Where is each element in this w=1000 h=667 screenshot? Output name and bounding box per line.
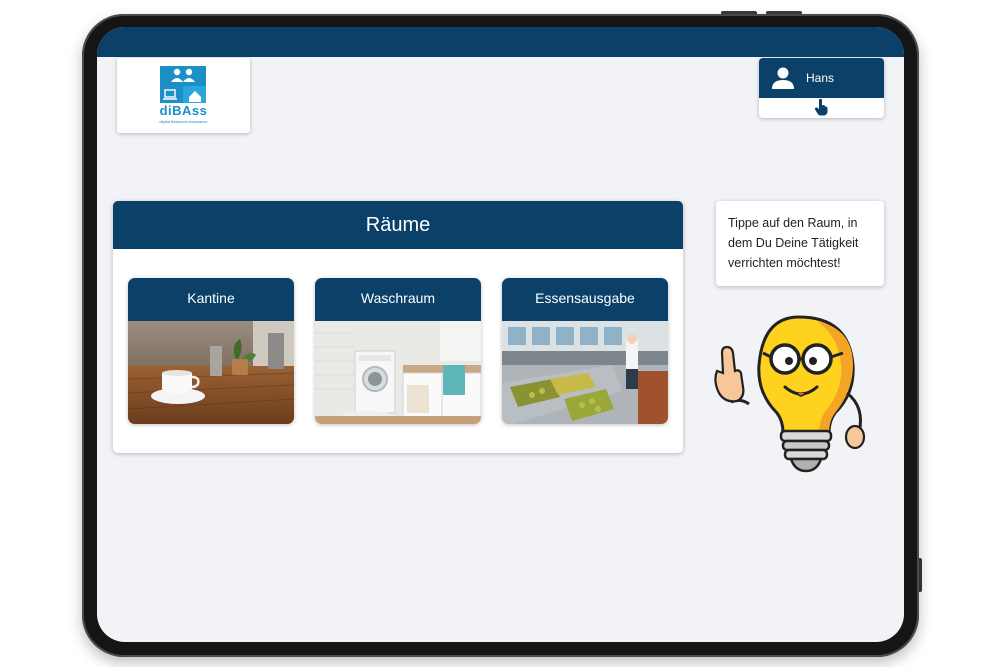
user-name: Hans [806,71,835,85]
app-screen: diBAss digital Assistant-Assistance Hans [97,27,904,642]
logo-tagline: digital Assistant-Assistance [159,119,208,124]
room-card-header[interactable]: Essensausgabe [502,278,668,321]
room-label: Essensausgabe [535,290,635,306]
room-card-kantine[interactable]: Kantine [128,278,294,424]
tap-hand-icon [815,98,828,116]
top-bar [97,27,904,57]
user-icon [772,67,794,89]
room-card-header[interactable]: Waschraum [315,278,481,321]
hint-text: Tippe auf den Raum, in dem Du Deine Täti… [728,216,859,270]
logo-wordmark: diBAss [159,103,208,118]
essensausgabe-image [502,321,668,424]
room-card-waschraum[interactable]: Waschraum [315,278,481,424]
room-card-header[interactable]: Kantine [128,278,294,321]
device-stage: diBAss digital Assistant-Assistance Hans [0,0,1000,667]
rooms-header: Räume [113,201,683,249]
room-label: Waschraum [360,290,436,306]
tablet-frame: diBAss digital Assistant-Assistance Hans [82,14,919,657]
logo-icon [160,66,206,103]
user-menu[interactable]: Hans [759,58,884,118]
room-card-essensausgabe[interactable]: Essensausgabe [502,278,668,424]
lightbulb-mascot-icon [714,315,866,473]
hint-card: Tippe auf den Raum, in dem Du Deine Täti… [716,201,884,286]
waschraum-image [315,321,481,424]
kantine-image [128,321,294,424]
logo-card: diBAss digital Assistant-Assistance [117,58,250,133]
rooms-title: Räume [365,214,431,236]
room-label: Kantine [187,290,235,306]
user-header[interactable]: Hans [759,58,884,98]
rooms-panel: Räume Kantine Waschraum Essensausgabe [113,201,683,453]
